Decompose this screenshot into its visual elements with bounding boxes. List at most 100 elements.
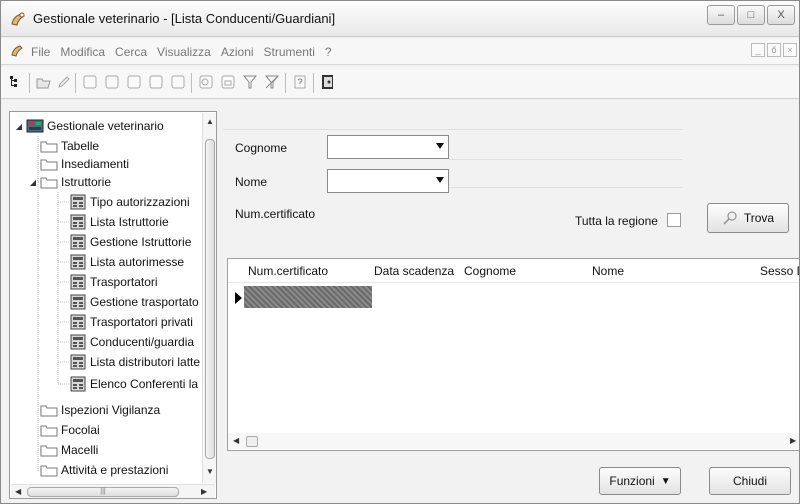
page-icon[interactable] (169, 73, 187, 91)
tree-label: Insediamenti (61, 157, 130, 171)
minimize-button[interactable]: – (707, 5, 735, 25)
scroll-left-icon[interactable]: ◀ (15, 487, 21, 496)
mdi-restore-button[interactable]: ő (767, 43, 781, 57)
menu-visualizza[interactable]: Visualizza (157, 45, 211, 59)
tutta-regione-label: Tutta la regione (575, 214, 658, 228)
menu-azioni[interactable]: Azioni (221, 45, 254, 59)
tree-item-istruttorie[interactable]: ◢ Istruttorie (28, 172, 111, 192)
menu-help[interactable]: ? (325, 45, 332, 59)
tree-item-gestione-istruttorie[interactable]: Gestione Istruttorie (70, 232, 191, 252)
scroll-down-icon[interactable]: ▼ (206, 467, 214, 476)
collapse-icon[interactable]: ◢ (28, 178, 38, 187)
tree-item-gestione-trasportato[interactable]: Gestione trasportato (70, 292, 199, 312)
navigation-tree: ◢ Gestionale veterinario Tabelle Insedia… (9, 111, 217, 499)
column-header-cognome[interactable]: Cognome (464, 264, 516, 278)
form-icon (70, 294, 86, 310)
page-icon[interactable] (147, 73, 165, 91)
exit-icon[interactable] (319, 73, 337, 91)
scroll-right-icon[interactable]: ▶ (790, 436, 796, 445)
tree-item-trasportatori[interactable]: Trasportatori (70, 272, 158, 292)
chevron-down-icon[interactable] (436, 177, 444, 183)
nome-combo[interactable] (327, 169, 449, 193)
tree-item-lista-autorimesse[interactable]: Lista autorimesse (70, 252, 184, 272)
tree-item-trasportatori-privati[interactable]: Trasportatori privati (70, 312, 193, 332)
tree-view-icon[interactable] (7, 73, 25, 91)
tree-item-elenco-conferenti[interactable]: Elenco Conferenti la (70, 374, 198, 394)
clear-filter-icon[interactable] (263, 73, 281, 91)
toolbar-separator (191, 73, 192, 93)
tree-item-insediamenti[interactable]: Insediamenti (40, 154, 129, 174)
app-icon (11, 12, 25, 26)
grid-horizontal-scrollbar[interactable]: ◀ ▶ (228, 433, 799, 449)
help-icon[interactable] (291, 73, 309, 91)
column-header-sesso[interactable]: Sesso D (760, 264, 799, 278)
tree-item-tabelle[interactable]: Tabelle (40, 136, 99, 156)
form-icon (70, 214, 86, 230)
cognome-combo[interactable] (327, 135, 449, 159)
open-icon[interactable] (35, 73, 53, 91)
tree-root[interactable]: ◢ Gestionale veterinario (14, 116, 164, 136)
tree-label: Macelli (61, 443, 99, 457)
title-bar: Gestionale veterinario - [Lista Conducen… (1, 1, 799, 37)
scroll-left-icon[interactable]: ◀ (233, 436, 239, 445)
menu-modifica[interactable]: Modifica (60, 45, 105, 59)
funzioni-button[interactable]: Funzioni ▼ (599, 467, 681, 495)
scroll-thumb[interactable]: ||| (27, 487, 179, 497)
page-icon[interactable] (81, 73, 99, 91)
column-header-num-certificato[interactable]: Num.certificato (248, 264, 328, 278)
page-icon[interactable] (103, 73, 121, 91)
divider (449, 159, 683, 160)
tree-item-tipo-autorizzazioni[interactable]: Tipo autorizzazioni (70, 192, 190, 212)
tree-item-lista-distributori-latte[interactable]: Lista distributori latte (70, 352, 200, 372)
print-icon[interactable] (219, 73, 237, 91)
tree-item-focolai[interactable]: Focolai (40, 420, 100, 440)
tutta-regione-checkbox[interactable] (667, 213, 681, 227)
tree-item-ispezioni-vigilanza[interactable]: Ispezioni Vigilanza (40, 400, 160, 420)
chevron-down-icon[interactable] (436, 143, 444, 149)
tree-horizontal-scrollbar[interactable]: ◀ ||| ▶ (11, 484, 215, 498)
edit-icon[interactable] (55, 73, 73, 91)
menu-strumenti[interactable]: Strumenti (264, 45, 315, 59)
form-icon (70, 274, 86, 290)
divider (449, 187, 683, 188)
column-header-data-scadenza[interactable]: Data scadenza (374, 264, 454, 278)
scroll-thumb[interactable] (246, 436, 258, 447)
tree-label: Lista Istruttorie (90, 215, 169, 229)
page-icon[interactable] (125, 73, 143, 91)
scroll-right-icon[interactable]: ▶ (201, 487, 207, 496)
tree-item-attivita-prestazioni[interactable]: Attività e prestazioni (40, 460, 168, 480)
collapse-icon[interactable]: ◢ (14, 122, 24, 131)
print-preview-icon[interactable] (197, 73, 215, 91)
current-row-indicator (235, 292, 242, 304)
menu-items: File Modifica Cerca Visualizza Azioni St… (31, 45, 342, 59)
mdi-minimize-button[interactable]: _ (751, 43, 765, 57)
tree-label: Focolai (61, 423, 100, 437)
filter-icon[interactable] (241, 73, 259, 91)
column-header-nome[interactable]: Nome (592, 264, 624, 278)
close-button[interactable]: X (767, 5, 795, 25)
document-icon[interactable] (9, 43, 25, 59)
funzioni-label: Funzioni (609, 474, 655, 488)
form-icon (70, 334, 86, 350)
maximize-button[interactable]: □ (737, 5, 765, 25)
menu-bar: File Modifica Cerca Visualizza Azioni St… (1, 39, 799, 65)
mdi-close-button[interactable]: × (783, 43, 797, 57)
tree-label: Tabelle (61, 139, 100, 153)
tree-item-conducenti-guardiani[interactable]: Conducenti/guardia (70, 332, 194, 352)
tree-item-lista-istruttorie[interactable]: Lista Istruttorie (70, 212, 169, 232)
menu-cerca[interactable]: Cerca (115, 45, 147, 59)
trova-button[interactable]: Trova (707, 203, 789, 233)
grid-header: Num.certificato Data scadenza Cognome No… (228, 259, 799, 283)
tree-vertical-scrollbar[interactable]: ▲ ▼ (202, 113, 216, 483)
folder-icon (40, 159, 58, 171)
caret-down-icon: ▼ (660, 475, 671, 487)
tree-item-macelli[interactable]: Macelli (40, 440, 98, 460)
menu-file[interactable]: File (31, 45, 50, 59)
folder-icon (40, 141, 58, 153)
mdi-controls: _ ő × (751, 43, 797, 57)
selected-cell[interactable] (244, 286, 372, 308)
cognome-label: Cognome (235, 141, 288, 155)
chiudi-button[interactable]: Chiudi (709, 467, 791, 495)
scroll-up-icon[interactable]: ▲ (206, 117, 214, 126)
scroll-thumb[interactable] (205, 139, 215, 459)
